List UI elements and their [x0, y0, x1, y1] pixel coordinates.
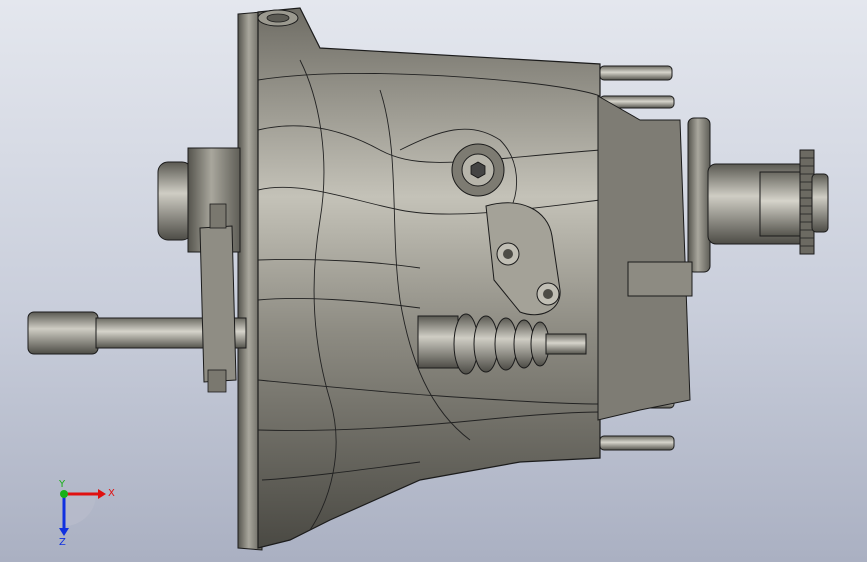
rear-flange	[687, 117, 711, 273]
spring-bottom	[207, 369, 227, 393]
left-bearing-stub	[157, 161, 193, 241]
gearbox-model[interactable]	[0, 0, 867, 562]
spring-top	[209, 203, 227, 229]
output-shaft-end	[811, 173, 829, 233]
release-bearing-clip	[627, 261, 693, 297]
x-axis-arrow	[98, 489, 106, 499]
triad-axes	[59, 489, 106, 536]
rear-cover	[597, 95, 691, 421]
y-axis-dot	[60, 490, 68, 498]
x-axis-label: X	[108, 488, 115, 499]
graphics-viewport[interactable]: X Y Z	[0, 0, 867, 562]
triad-quarter-disc	[64, 494, 96, 526]
fork-bracket	[199, 225, 237, 383]
coordinate-triad: X Y Z	[40, 480, 130, 550]
input-shaft-tip	[27, 311, 99, 355]
y-axis-label: Y	[59, 479, 66, 490]
hex-socket	[470, 161, 486, 179]
z-axis-label: Z	[59, 537, 66, 548]
z-axis-arrow	[59, 528, 69, 536]
